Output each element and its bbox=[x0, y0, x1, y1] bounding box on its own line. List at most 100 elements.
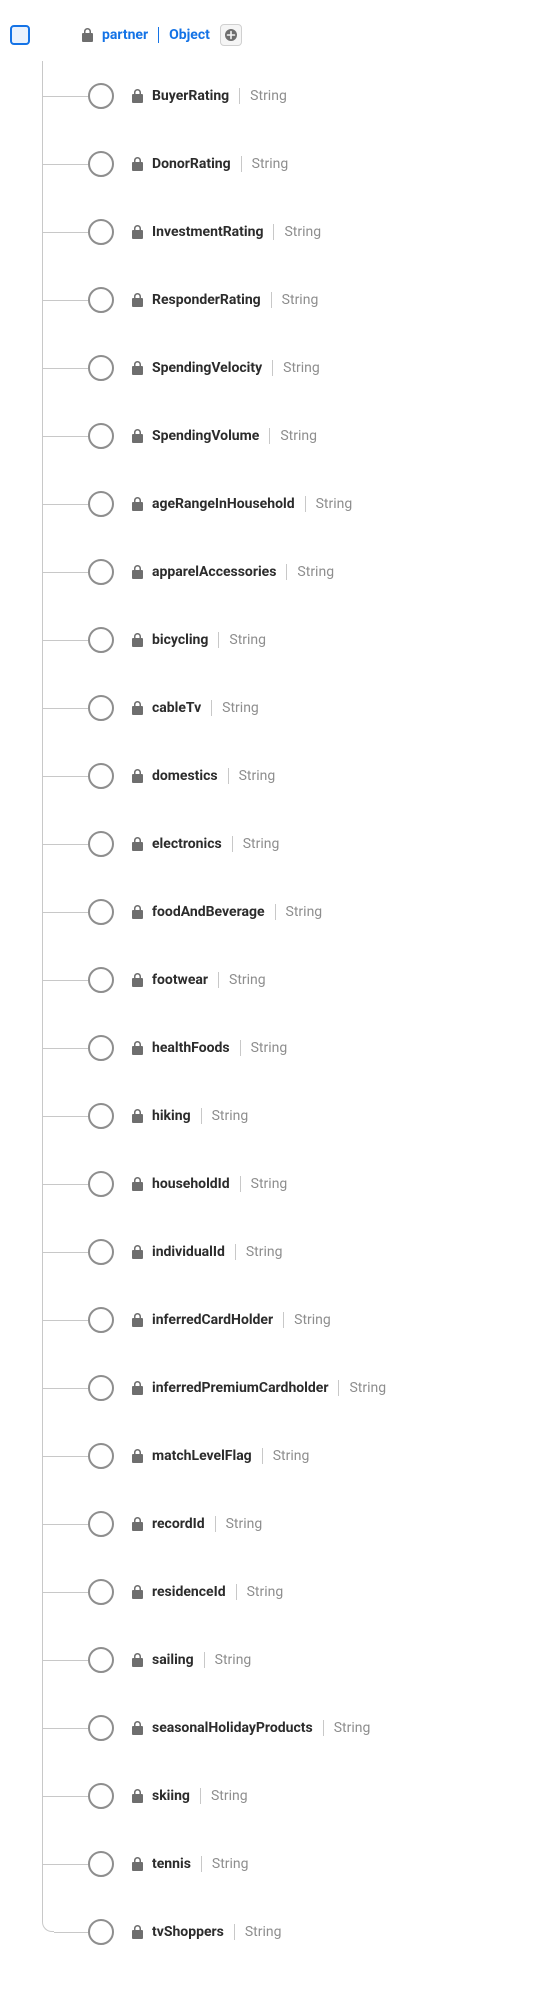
root-field-type: Object bbox=[169, 27, 210, 43]
field-radio[interactable] bbox=[88, 287, 114, 313]
field-type: String bbox=[245, 1924, 282, 1940]
lock-icon bbox=[132, 225, 144, 239]
lock-icon bbox=[82, 28, 94, 42]
divider bbox=[215, 1516, 216, 1532]
field-radio[interactable] bbox=[88, 151, 114, 177]
field-name[interactable]: foodAndBeverage bbox=[152, 904, 265, 920]
field-name[interactable]: BuyerRating bbox=[152, 88, 229, 104]
divider bbox=[283, 1312, 284, 1328]
field-name[interactable]: electronics bbox=[152, 836, 222, 852]
root-checkbox[interactable] bbox=[10, 25, 30, 45]
divider bbox=[200, 1788, 201, 1804]
field-radio[interactable] bbox=[88, 1307, 114, 1333]
tree-connector bbox=[42, 1082, 88, 1150]
field-type: String bbox=[251, 1176, 288, 1192]
field-radio[interactable] bbox=[88, 763, 114, 789]
field-name[interactable]: hiking bbox=[152, 1108, 191, 1124]
field-name[interactable]: domestics bbox=[152, 768, 218, 784]
field-type: String bbox=[251, 1040, 288, 1056]
field-name[interactable]: ageRangeInHousehold bbox=[152, 496, 295, 512]
field-name[interactable]: bicycling bbox=[152, 632, 208, 648]
field-name[interactable]: InvestmentRating bbox=[152, 224, 263, 240]
field-type: String bbox=[316, 496, 353, 512]
field-radio[interactable] bbox=[88, 355, 114, 381]
divider bbox=[286, 564, 287, 580]
field-type: String bbox=[247, 1584, 284, 1600]
field-radio[interactable] bbox=[88, 1443, 114, 1469]
field-radio[interactable] bbox=[88, 559, 114, 585]
schema-field-row: matchLevelFlagString bbox=[42, 1422, 530, 1490]
field-name[interactable]: matchLevelFlag bbox=[152, 1448, 252, 1464]
schema-field-row: bicyclingString bbox=[42, 606, 530, 674]
field-radio[interactable] bbox=[88, 627, 114, 653]
schema-field-row: SpendingVolumeString bbox=[42, 402, 530, 470]
field-radio[interactable] bbox=[88, 899, 114, 925]
lock-icon bbox=[132, 565, 144, 579]
field-radio[interactable] bbox=[88, 491, 114, 517]
field-name[interactable]: recordId bbox=[152, 1516, 205, 1532]
field-radio[interactable] bbox=[88, 1851, 114, 1877]
divider bbox=[211, 700, 212, 716]
field-radio[interactable] bbox=[88, 1511, 114, 1537]
field-name[interactable]: apparelAccessories bbox=[152, 564, 276, 580]
divider bbox=[239, 88, 240, 104]
schema-field-row: DonorRatingString bbox=[42, 130, 530, 198]
field-name[interactable]: tvShoppers bbox=[152, 1924, 224, 1940]
tree-connector bbox=[42, 402, 88, 470]
field-radio[interactable] bbox=[88, 1919, 114, 1945]
lock-icon bbox=[132, 293, 144, 307]
lock-icon bbox=[132, 361, 144, 375]
field-name[interactable]: DonorRating bbox=[152, 156, 231, 172]
field-radio[interactable] bbox=[88, 1171, 114, 1197]
tree-connector bbox=[42, 1218, 88, 1286]
field-name[interactable]: footwear bbox=[152, 972, 208, 988]
field-name[interactable]: SpendingVolume bbox=[152, 428, 259, 444]
field-name[interactable]: individualId bbox=[152, 1244, 225, 1260]
field-radio[interactable] bbox=[88, 219, 114, 245]
field-radio[interactable] bbox=[88, 1783, 114, 1809]
field-radio[interactable] bbox=[88, 423, 114, 449]
field-type: String bbox=[222, 700, 259, 716]
field-radio[interactable] bbox=[88, 1647, 114, 1673]
add-field-button[interactable] bbox=[220, 24, 242, 46]
field-type: String bbox=[297, 564, 334, 580]
field-radio[interactable] bbox=[88, 1035, 114, 1061]
tree-connector bbox=[42, 1150, 88, 1218]
field-radio[interactable] bbox=[88, 1579, 114, 1605]
field-type: String bbox=[243, 836, 280, 852]
field-type: String bbox=[211, 1788, 248, 1804]
field-type: String bbox=[349, 1380, 386, 1396]
field-type: String bbox=[239, 768, 276, 784]
field-radio[interactable] bbox=[88, 1103, 114, 1129]
lock-icon bbox=[132, 973, 144, 987]
field-name[interactable]: SpendingVelocity bbox=[152, 360, 262, 376]
field-name[interactable]: residenceId bbox=[152, 1584, 226, 1600]
field-name[interactable]: householdId bbox=[152, 1176, 230, 1192]
field-name[interactable]: seasonalHolidayProducts bbox=[152, 1720, 313, 1736]
field-name[interactable]: skiing bbox=[152, 1788, 190, 1804]
field-radio[interactable] bbox=[88, 83, 114, 109]
field-type: String bbox=[283, 360, 320, 376]
field-radio[interactable] bbox=[88, 1715, 114, 1741]
lock-icon bbox=[132, 701, 144, 715]
field-radio[interactable] bbox=[88, 967, 114, 993]
field-name[interactable]: cableTv bbox=[152, 700, 201, 716]
field-type: String bbox=[226, 1516, 263, 1532]
tree-connector bbox=[42, 1694, 88, 1762]
divider bbox=[228, 768, 229, 784]
field-type: String bbox=[212, 1108, 249, 1124]
root-field-name[interactable]: partner bbox=[102, 27, 148, 43]
field-radio[interactable] bbox=[88, 695, 114, 721]
lock-icon bbox=[132, 769, 144, 783]
field-name[interactable]: ResponderRating bbox=[152, 292, 261, 308]
field-radio[interactable] bbox=[88, 1375, 114, 1401]
field-radio[interactable] bbox=[88, 831, 114, 857]
field-name[interactable]: inferredPremiumCardholder bbox=[152, 1380, 328, 1396]
lock-icon bbox=[132, 1721, 144, 1735]
field-name[interactable]: sailing bbox=[152, 1652, 194, 1668]
divider bbox=[269, 428, 270, 444]
field-radio[interactable] bbox=[88, 1239, 114, 1265]
field-name[interactable]: healthFoods bbox=[152, 1040, 230, 1056]
field-name[interactable]: tennis bbox=[152, 1856, 191, 1872]
field-name[interactable]: inferredCardHolder bbox=[152, 1312, 273, 1328]
